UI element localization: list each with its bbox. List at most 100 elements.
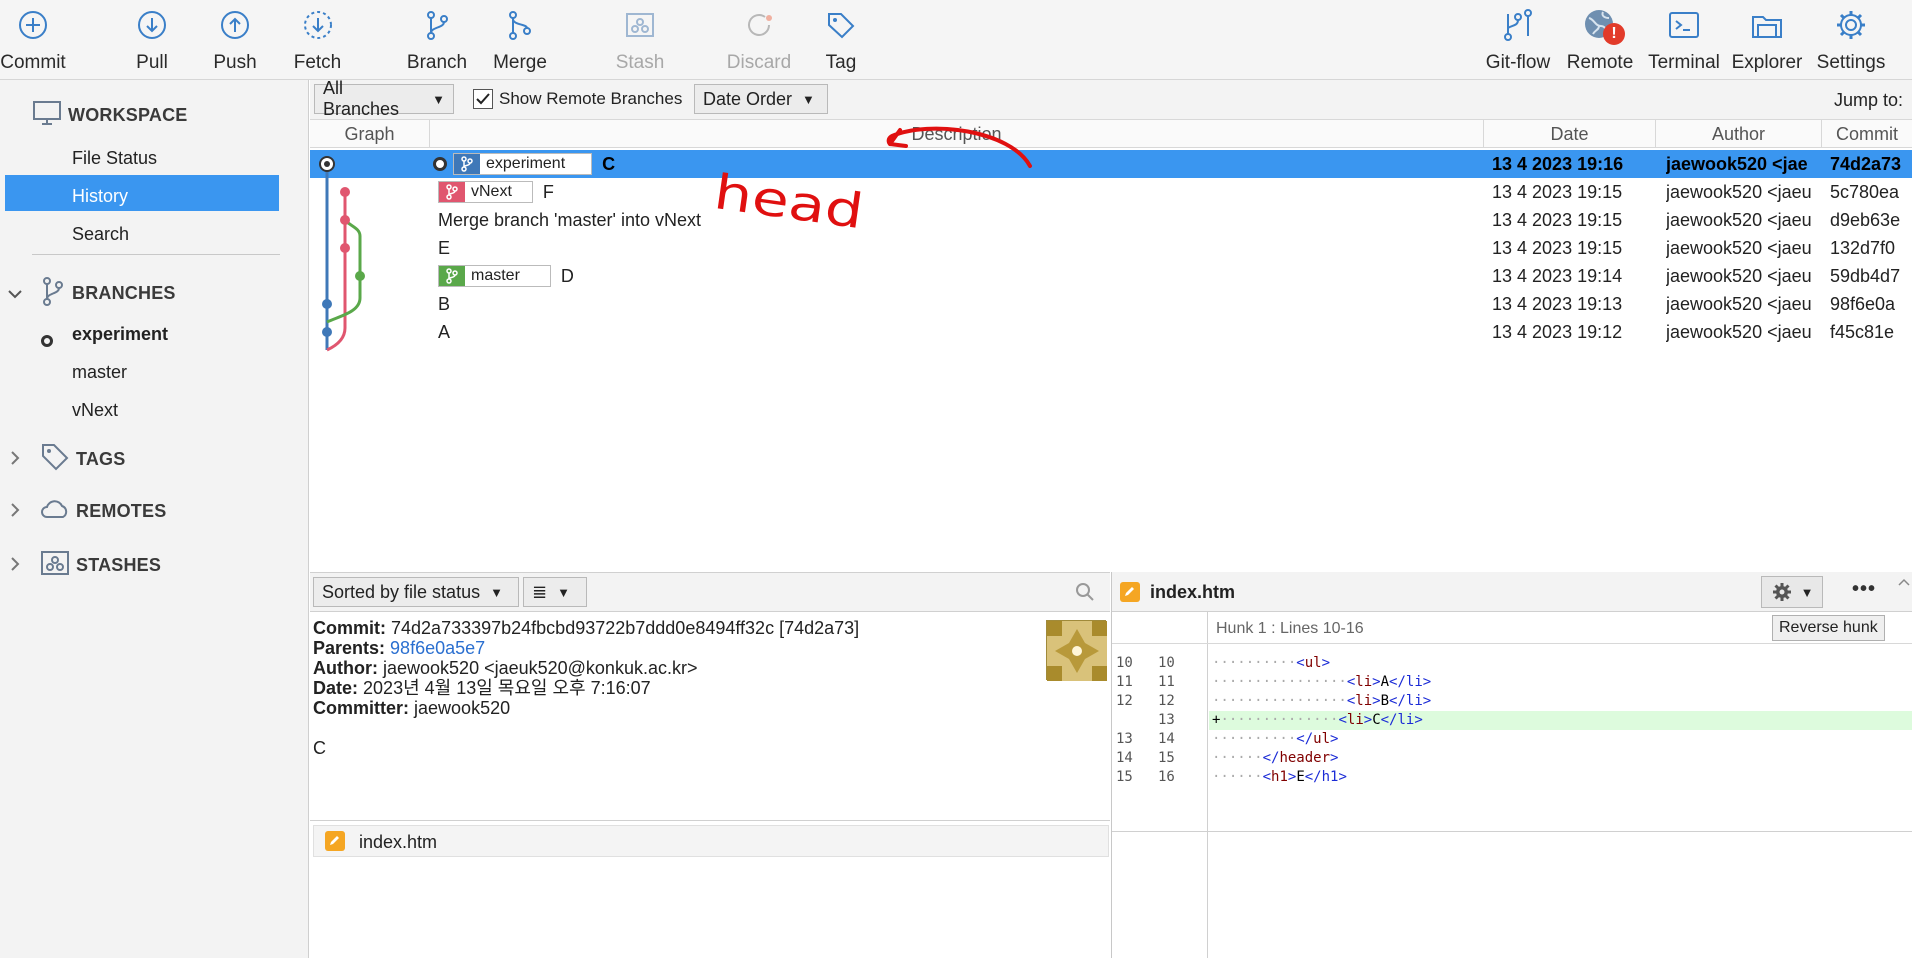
git-flow-button[interactable]: Git-flow: [1485, 0, 1551, 78]
branch-label: Branch: [406, 52, 468, 73]
commit-cell: d9eb63e: [1830, 210, 1901, 230]
chevron-down-icon: ▼: [1800, 584, 1814, 600]
commit-graph: [319, 156, 365, 352]
file-name: index.htm: [359, 832, 438, 852]
author-label: Author:: [313, 658, 378, 678]
author-value: jaewook520 <jaeuk520@konkuk.ac.kr>: [383, 658, 698, 678]
stash-button[interactable]: Stash: [615, 0, 665, 78]
stash-label: Stash: [615, 52, 665, 73]
view-mode-dropdown[interactable]: ≣ ▼: [523, 577, 587, 607]
date-cell: 13 4 2023 19:14: [1492, 266, 1623, 286]
explorer-button[interactable]: Explorer: [1732, 0, 1802, 78]
remote-button[interactable]: ! Remote: [1567, 0, 1633, 78]
diff-divider: [1112, 831, 1912, 832]
current-branch-icon: [433, 157, 447, 172]
parent-hash-link[interactable]: 98f6e0a5e7: [390, 638, 485, 658]
history-filter-bar: All Branches ▼ Show Remote Branches Date…: [310, 78, 1912, 120]
chevron-down-icon: ▼: [802, 91, 815, 107]
commit-node[interactable]: [322, 299, 332, 309]
terminal-button[interactable]: Terminal: [1648, 0, 1720, 78]
sidebar-branch-master[interactable]: master: [72, 362, 127, 383]
changed-files-list: index.htm: [310, 820, 1110, 958]
description-cell: master D: [438, 262, 1478, 290]
parents-label: Parents:: [313, 638, 386, 658]
branches-section[interactable]: BRANCHES: [8, 276, 176, 311]
fetch-button[interactable]: Fetch: [290, 0, 345, 78]
description-cell: A: [438, 322, 451, 342]
date-cell: 13 4 2023 19:15: [1492, 210, 1623, 230]
branch-filter-dropdown[interactable]: All Branches ▼: [314, 78, 454, 119]
push-button[interactable]: Push: [210, 0, 260, 78]
branch-icon: [454, 154, 480, 175]
commit-node[interactable]: [340, 215, 350, 225]
author-cell: jaewook520 <jaeu: [1666, 238, 1812, 258]
merge-button[interactable]: Merge: [492, 0, 548, 78]
checkmark-icon: [476, 93, 490, 105]
scroll-up-arrow[interactable]: [1896, 572, 1912, 612]
column-date[interactable]: Date: [1484, 120, 1656, 148]
sidebar-item-history[interactable]: History: [72, 186, 128, 207]
stash-icon: [620, 3, 660, 47]
pull-button[interactable]: Pull: [127, 0, 177, 78]
diff-file-name: index.htm: [1150, 582, 1236, 602]
diff-view: index.htm ▼ ••• Hunk 1 : Lines 10-16 Rev…: [1111, 572, 1912, 958]
sidebar-branch-vnext[interactable]: vNext: [72, 400, 118, 421]
branch-icon: [439, 182, 465, 203]
column-graph[interactable]: Graph: [310, 120, 430, 148]
table-row[interactable]: A 13 4 2023 19:12 jaewook520 <jaeu f45c8…: [310, 318, 1912, 346]
show-remote-checkbox[interactable]: [473, 89, 493, 109]
commit-node[interactable]: [340, 187, 350, 197]
author-cell: jaewook520 <jae: [1666, 154, 1808, 174]
date-cell: 13 4 2023 19:15: [1492, 238, 1623, 258]
branch-label-vnext[interactable]: vNext: [438, 181, 533, 204]
list-item[interactable]: index.htm: [313, 825, 1109, 857]
order-dropdown[interactable]: Date Order ▼: [694, 84, 828, 114]
stashes-section[interactable]: STASHES: [10, 550, 161, 581]
date-cell: 13 4 2023 19:12: [1492, 322, 1623, 342]
settings-button[interactable]: Settings: [1817, 0, 1885, 78]
diff-options-dropdown[interactable]: ▼: [1761, 576, 1823, 608]
search-icon[interactable]: [1074, 581, 1096, 608]
chevron-right-icon: [10, 555, 28, 576]
workspace-section[interactable]: WORKSPACE: [32, 100, 187, 131]
discard-button[interactable]: Discard: [727, 0, 791, 78]
branch-label-master[interactable]: master: [438, 265, 551, 288]
diff-line: 13 14 ··········</ul>: [1116, 731, 1339, 747]
chevron-down-icon: ▼: [490, 584, 503, 600]
remotes-section[interactable]: REMOTES: [10, 498, 166, 525]
description-cell: E: [438, 238, 451, 258]
table-row[interactable]: B 13 4 2023 19:13 jaewook520 <jaeu 98f6e…: [310, 290, 1912, 318]
plus-circle-icon: [13, 3, 53, 47]
diff-header: index.htm ▼ •••: [1112, 572, 1912, 612]
tags-section[interactable]: TAGS: [10, 442, 125, 477]
commit-node[interactable]: [322, 327, 332, 337]
branch-button[interactable]: Branch: [406, 0, 468, 78]
chevron-right-icon: [10, 501, 28, 522]
table-row[interactable]: E 13 4 2023 19:15 jaewook520 <jaeu 132d7…: [310, 234, 1912, 262]
commit-node[interactable]: [355, 271, 365, 281]
sort-dropdown[interactable]: Sorted by file status ▼: [313, 577, 519, 607]
remote-alert-badge: !: [1603, 23, 1625, 45]
more-options-button[interactable]: •••: [1852, 578, 1876, 601]
column-commit[interactable]: Commit: [1822, 120, 1912, 148]
stashes-heading: STASHES: [76, 555, 162, 575]
commit-button[interactable]: Commit: [0, 0, 66, 78]
sidebar-item-file-status[interactable]: File Status: [72, 148, 157, 169]
tag-button[interactable]: Tag: [822, 0, 860, 78]
sidebar-branch-experiment[interactable]: experiment: [72, 324, 168, 345]
diff-line: 10 10 ··········<ul>: [1116, 655, 1331, 671]
explorer-label: Explorer: [1731, 52, 1803, 73]
commit-node[interactable]: [340, 243, 350, 253]
remotes-heading: REMOTES: [76, 501, 167, 521]
reverse-hunk-button[interactable]: Reverse hunk: [1772, 615, 1885, 641]
author-cell: jaewook520 <jaeu: [1666, 294, 1812, 314]
date-cell: 13 4 2023 19:15: [1492, 182, 1623, 202]
push-label: Push: [213, 52, 257, 73]
column-author[interactable]: Author: [1656, 120, 1822, 148]
date-cell: 13 4 2023 19:16: [1492, 154, 1624, 174]
table-row[interactable]: master D 13 4 2023 19:14 jaewook520 <jaeu…: [310, 262, 1912, 290]
diff-line: 12 12 ················<li>B</li>: [1116, 693, 1432, 709]
sidebar-item-search[interactable]: Search: [72, 224, 129, 245]
commit-hash: 74d2a733397b24fbcbd93722b7ddd0e8494ff32c…: [391, 618, 860, 638]
tags-heading: TAGS: [76, 449, 126, 469]
